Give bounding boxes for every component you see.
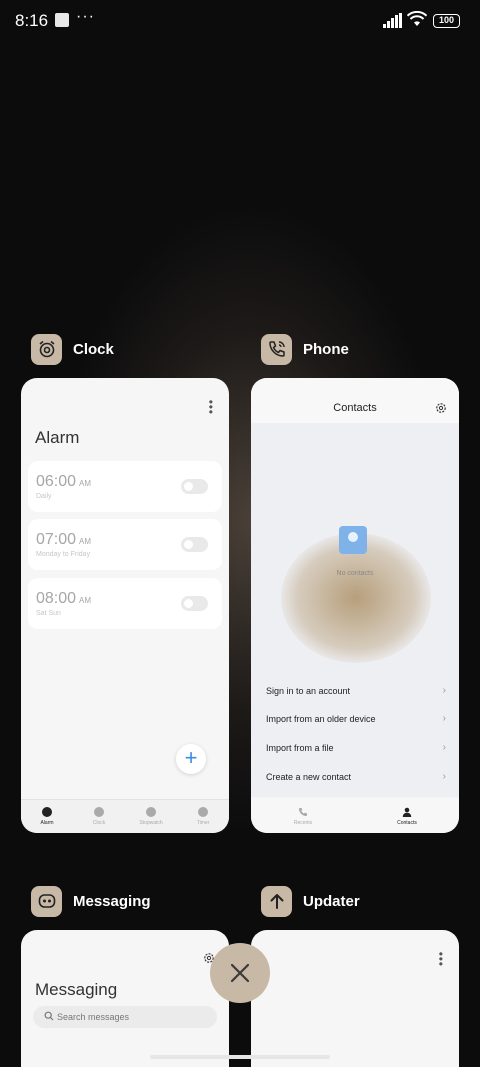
- chat-bubble-icon[interactable]: [31, 885, 62, 917]
- alarm-ampm: AM: [79, 479, 92, 488]
- option-label: Import from a file: [266, 743, 334, 753]
- empty-state-text: No contacts: [336, 570, 374, 577]
- alarm-row: 08:00 AM Sat Sun: [28, 578, 222, 629]
- search-placeholder: Search messages: [57, 1012, 130, 1022]
- signal-icon: [383, 13, 402, 28]
- contacts-header: Contacts: [251, 378, 459, 423]
- stopwatch-icon: [146, 807, 156, 817]
- option-label: Create a new contact: [266, 772, 352, 782]
- alarm-repeat: Daily: [36, 493, 52, 500]
- nav-item-timer: Timer: [177, 800, 229, 833]
- close-icon: [230, 963, 250, 983]
- app-header-updater[interactable]: Updater: [261, 885, 360, 917]
- alarm-ampm: AM: [79, 537, 92, 546]
- app-name-clock: Clock: [73, 340, 114, 358]
- option-create-contact: Create a new contact ›: [266, 771, 446, 790]
- clear-all-button[interactable]: [210, 943, 270, 1003]
- app-name-updater: Updater: [303, 892, 360, 910]
- app-header-phone[interactable]: Phone: [261, 333, 349, 365]
- phone-bottom-nav: Recents Contacts: [251, 799, 459, 833]
- alarm-time: 07:00: [36, 531, 77, 548]
- nav-label: Stopwatch: [139, 820, 163, 826]
- alarm-repeat: Sat Sun: [36, 610, 61, 617]
- person-icon: [402, 807, 412, 817]
- recent-card-updater[interactable]: • • •: [251, 930, 459, 1067]
- recent-card-clock[interactable]: • • • Alarm 06:00 AM Daily 07:00 AM Monday t…: [21, 378, 229, 833]
- status-bar: 8:16 ··· 100: [0, 0, 480, 44]
- add-alarm-button: +: [176, 744, 206, 774]
- option-import-device: Import from an older device ›: [266, 713, 446, 732]
- nav-item-clock: Clock: [73, 800, 125, 833]
- recent-card-phone[interactable]: Contacts No contacts Sign in to an accou…: [251, 378, 459, 833]
- phone-icon: [299, 807, 307, 816]
- phone-call-icon[interactable]: [261, 333, 292, 365]
- app-name-phone: Phone: [303, 340, 349, 358]
- app-header-messaging[interactable]: Messaging: [31, 885, 151, 917]
- app-name-messaging: Messaging: [73, 892, 151, 910]
- screen-title: Alarm: [35, 428, 80, 447]
- nav-item-recents: Recents: [251, 799, 355, 833]
- chevron-right-icon: ›: [442, 685, 446, 696]
- notification-square-icon: [55, 13, 69, 27]
- clock-bottom-nav: Alarm Clock Stopwatch Timer: [21, 799, 229, 833]
- more-options-icon: • • •: [438, 947, 443, 971]
- upload-arrow-icon[interactable]: [261, 885, 292, 917]
- gear-icon: [436, 403, 446, 413]
- option-label: Sign in to an account: [266, 686, 351, 696]
- nav-item-contacts: Contacts: [355, 799, 459, 833]
- alarm-toggle: [181, 479, 208, 494]
- option-sign-in: Sign in to an account ›: [266, 685, 446, 704]
- alarm-row: 07:00 AM Monday to Friday: [28, 519, 222, 570]
- contacts-body: No contacts Sign in to an account › Impo…: [251, 423, 459, 797]
- nav-label: Clock: [92, 820, 106, 826]
- alarm-icon: [42, 807, 52, 817]
- chevron-right-icon: ›: [442, 771, 446, 782]
- more-notifications-icon: ···: [76, 8, 95, 25]
- nav-item-stopwatch: Stopwatch: [125, 800, 177, 833]
- screen-title: Messaging: [35, 980, 118, 999]
- search-icon: [44, 1011, 54, 1021]
- app-header-clock[interactable]: Clock: [31, 333, 114, 365]
- alarm-toggle: [181, 596, 208, 611]
- alarm-clock-icon[interactable]: [31, 333, 62, 365]
- contact-placeholder-icon: [339, 526, 367, 554]
- option-label: Import from an older device: [266, 714, 376, 724]
- screen-title: Contacts: [333, 402, 377, 414]
- alarm-time: 08:00: [36, 590, 77, 607]
- alarm-ampm: AM: [79, 596, 92, 605]
- wifi-icon: [407, 11, 427, 26]
- nav-item-alarm: Alarm: [21, 800, 73, 833]
- search-bar: Search messages: [33, 1006, 217, 1028]
- nav-label: Contacts: [397, 819, 417, 826]
- hourglass-icon: [198, 807, 208, 817]
- option-import-file: Import from a file ›: [266, 742, 446, 761]
- chevron-right-icon: ›: [442, 713, 446, 724]
- alarm-toggle: [181, 537, 208, 552]
- clock-icon: [94, 807, 104, 817]
- chevron-right-icon: ›: [442, 742, 446, 753]
- alarm-row: 06:00 AM Daily: [28, 461, 222, 512]
- recent-card-messaging[interactable]: Messaging Search messages: [21, 930, 229, 1067]
- alarm-repeat: Monday to Friday: [36, 551, 91, 558]
- nav-label: Recents: [293, 819, 313, 826]
- more-options-icon: • • •: [208, 395, 213, 419]
- status-time: 8:16: [15, 11, 49, 30]
- battery-indicator: 100: [433, 14, 460, 28]
- nav-label: Alarm: [40, 820, 54, 826]
- home-indicator[interactable]: [150, 1055, 330, 1059]
- alarm-time: 06:00: [36, 473, 77, 490]
- nav-label: Timer: [196, 820, 210, 826]
